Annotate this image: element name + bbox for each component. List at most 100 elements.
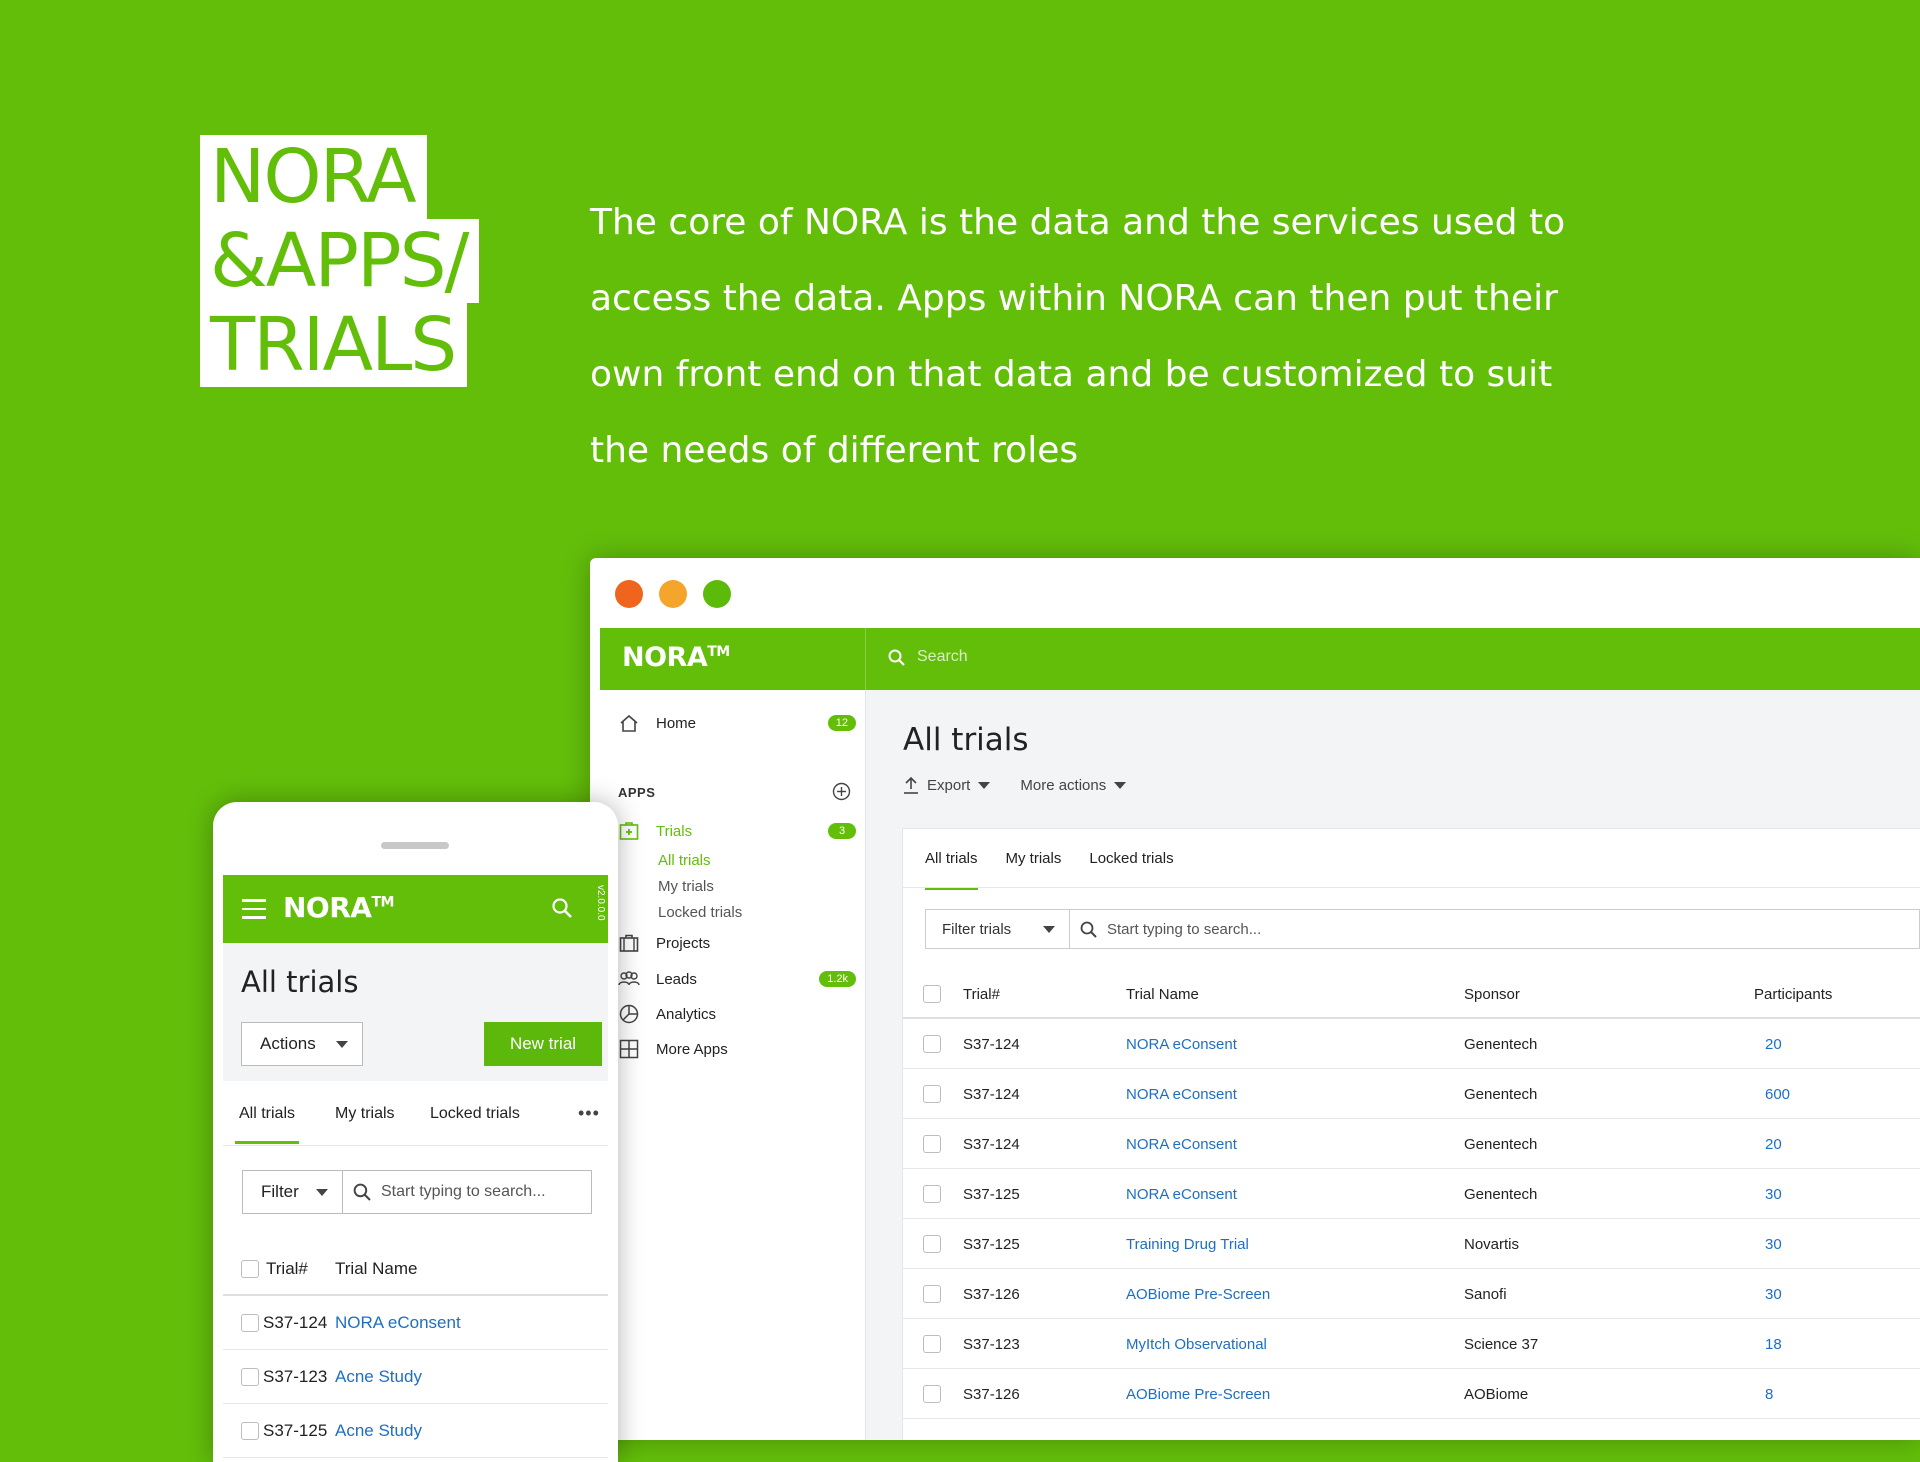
app-logo[interactable]: NORATM bbox=[622, 642, 730, 673]
more-actions-button[interactable]: More actions bbox=[1020, 776, 1127, 794]
column-header-trial-name[interactable]: Trial Name bbox=[1126, 969, 1199, 1019]
tab-all-trials[interactable]: All trials bbox=[234, 1105, 300, 1144]
chevron-down-icon bbox=[316, 1188, 328, 1196]
hamburger-menu-icon[interactable] bbox=[242, 899, 266, 925]
sidebar-item-trials[interactable]: Trials 3 bbox=[616, 818, 856, 844]
filter-dropdown[interactable]: Filter bbox=[242, 1170, 342, 1214]
table-row[interactable]: S37-125 Training Drug Trial Novartis 30 bbox=[903, 1219, 1920, 1269]
table-row[interactable]: S37-125 Acne Study bbox=[223, 1404, 608, 1458]
row-checkbox[interactable] bbox=[241, 1422, 259, 1440]
sidebar-subitem-my-trials[interactable]: My trials bbox=[658, 878, 714, 895]
table-row[interactable]: S37-126 AOBiome Pre-Screen AOBiome 8 bbox=[903, 1369, 1920, 1419]
trials-table: Trial# Trial Name Sponsor Participants S… bbox=[903, 969, 1920, 1419]
trial-name-link[interactable]: NORA eConsent bbox=[335, 1296, 461, 1350]
sidebar-item-home[interactable]: Home 12 bbox=[616, 710, 856, 736]
tab-locked-trials[interactable]: Locked trials bbox=[1089, 850, 1173, 867]
select-all-checkbox[interactable] bbox=[923, 985, 941, 1003]
sidebar-item-analytics[interactable]: Analytics bbox=[616, 1001, 716, 1027]
participants-link[interactable]: 8 bbox=[1765, 1369, 1773, 1419]
trial-name-link[interactable]: MyItch Observational bbox=[1126, 1319, 1267, 1369]
trial-name-link[interactable]: Acne Study bbox=[335, 1350, 422, 1404]
table-row[interactable]: S37-123 MyItch Observational Science 37 18 bbox=[903, 1319, 1920, 1369]
close-window-button[interactable] bbox=[615, 580, 643, 608]
sidebar-item-projects[interactable]: Projects bbox=[616, 930, 710, 956]
trial-name-link[interactable]: NORA eConsent bbox=[1126, 1069, 1237, 1119]
column-header-participants[interactable]: Participants bbox=[1754, 969, 1832, 1019]
trial-search-input[interactable]: Start typing to search... bbox=[1069, 909, 1920, 949]
chevron-down-icon bbox=[978, 781, 991, 789]
maximize-window-button[interactable] bbox=[703, 580, 731, 608]
row-checkbox[interactable] bbox=[923, 1085, 941, 1103]
participants-link[interactable]: 18 bbox=[1765, 1319, 1782, 1369]
sidebar-item-more-apps[interactable]: More Apps bbox=[616, 1036, 728, 1062]
sidebar-item-label: Leads bbox=[656, 970, 697, 988]
actions-dropdown[interactable]: Actions bbox=[241, 1022, 363, 1066]
column-header-trial-name[interactable]: Trial Name bbox=[335, 1242, 418, 1296]
participants-link[interactable]: 30 bbox=[1765, 1219, 1782, 1269]
export-button[interactable]: Export bbox=[903, 776, 991, 794]
search-icon[interactable] bbox=[551, 897, 573, 924]
sidebar: Home 12 APPS Trials 3 All trials My tria… bbox=[600, 690, 866, 1440]
trial-name-link[interactable]: NORA eConsent bbox=[1126, 1119, 1237, 1169]
trial-name-link[interactable]: NORA eConsent bbox=[1126, 1169, 1237, 1219]
drag-handle[interactable] bbox=[381, 842, 449, 849]
participants-link[interactable]: 20 bbox=[1765, 1119, 1782, 1169]
table-row[interactable]: S37-123 Acne Study bbox=[223, 1350, 608, 1404]
table-row[interactable]: S37-124 NORA eConsent Genentech 20 bbox=[903, 1119, 1920, 1169]
table-row[interactable]: S37-124 NORA eConsent Genentech 20 bbox=[903, 1019, 1920, 1069]
add-app-icon[interactable] bbox=[832, 782, 851, 806]
filter-row: Filter trials Start typing to search... bbox=[925, 909, 1920, 949]
column-header-sponsor[interactable]: Sponsor bbox=[1464, 969, 1520, 1019]
upload-icon bbox=[904, 776, 918, 794]
brand-text: NORA bbox=[283, 891, 372, 924]
table-header: Trial# Trial Name bbox=[223, 1242, 608, 1296]
global-search[interactable]: Search bbox=[888, 648, 968, 666]
table-body: S37-124 NORA eConsent Genentech 20 S37-124 NO… bbox=[903, 1019, 1920, 1419]
trial-name-link[interactable]: NORA eConsent bbox=[1126, 1019, 1237, 1069]
new-trial-button[interactable]: New trial bbox=[484, 1022, 602, 1066]
column-header-trial-number[interactable]: Trial# bbox=[963, 969, 1000, 1019]
filter-trials-dropdown[interactable]: Filter trials bbox=[925, 909, 1069, 949]
row-checkbox[interactable] bbox=[923, 1235, 941, 1253]
participants-link[interactable]: 30 bbox=[1765, 1169, 1782, 1219]
participants-link[interactable]: 20 bbox=[1765, 1019, 1782, 1069]
table-row[interactable]: S37-124 NORA eConsent Genentech 600 bbox=[903, 1069, 1920, 1119]
mobile-trial-tabs: All trials My trials Locked trials ••• bbox=[223, 1081, 608, 1146]
row-checkbox[interactable] bbox=[923, 1335, 941, 1353]
sidebar-subitem-locked-trials[interactable]: Locked trials bbox=[658, 904, 742, 921]
table-row[interactable]: S37-124 NORA eConsent bbox=[223, 1296, 608, 1350]
row-checkbox[interactable] bbox=[923, 1035, 941, 1053]
column-header-trial-number[interactable]: Trial# bbox=[266, 1242, 308, 1296]
tab-my-trials[interactable]: My trials bbox=[1006, 850, 1062, 867]
tab-my-trials[interactable]: My trials bbox=[335, 1105, 395, 1123]
tab-all-trials[interactable]: All trials bbox=[925, 850, 978, 890]
more-actions-label: More actions bbox=[1020, 776, 1107, 794]
participants-link[interactable]: 30 bbox=[1765, 1269, 1782, 1319]
minimize-window-button[interactable] bbox=[659, 580, 687, 608]
tab-locked-trials[interactable]: Locked trials bbox=[430, 1105, 520, 1123]
mobile-search-input[interactable]: Start typing to search... bbox=[342, 1170, 592, 1214]
row-checkbox[interactable] bbox=[241, 1368, 259, 1386]
select-all-checkbox[interactable] bbox=[241, 1260, 259, 1278]
row-checkbox[interactable] bbox=[923, 1385, 941, 1403]
hero-title: NORA &APPS/ TRIALS bbox=[200, 135, 480, 387]
more-options-icon[interactable]: ••• bbox=[578, 1103, 600, 1124]
mobile-app-logo[interactable]: NORATM bbox=[283, 891, 394, 924]
row-checkbox[interactable] bbox=[923, 1135, 941, 1153]
participants-link[interactable]: 600 bbox=[1765, 1069, 1790, 1119]
trial-name-link[interactable]: AOBiome Pre-Screen bbox=[1126, 1269, 1270, 1319]
trial-number: S37-123 bbox=[963, 1335, 1020, 1353]
trial-name-link[interactable]: Training Drug Trial bbox=[1126, 1219, 1249, 1269]
trial-name-link[interactable]: AOBiome Pre-Screen bbox=[1126, 1369, 1270, 1419]
row-checkbox[interactable] bbox=[923, 1285, 941, 1303]
select-all-cell bbox=[241, 1242, 259, 1296]
search-icon bbox=[888, 649, 905, 666]
trial-name-link[interactable]: Acne Study bbox=[335, 1404, 422, 1458]
mobile-device: NORATM v2.0.0.0 All trials Actions New t… bbox=[213, 802, 618, 1462]
table-row[interactable]: S37-126 AOBiome Pre-Screen Sanofi 30 bbox=[903, 1269, 1920, 1319]
row-checkbox[interactable] bbox=[241, 1314, 259, 1332]
row-checkbox[interactable] bbox=[923, 1185, 941, 1203]
sidebar-subitem-all-trials[interactable]: All trials bbox=[658, 852, 711, 869]
table-row[interactable]: S37-125 NORA eConsent Genentech 30 bbox=[903, 1169, 1920, 1219]
sidebar-item-leads[interactable]: Leads 1.2k bbox=[616, 966, 856, 992]
